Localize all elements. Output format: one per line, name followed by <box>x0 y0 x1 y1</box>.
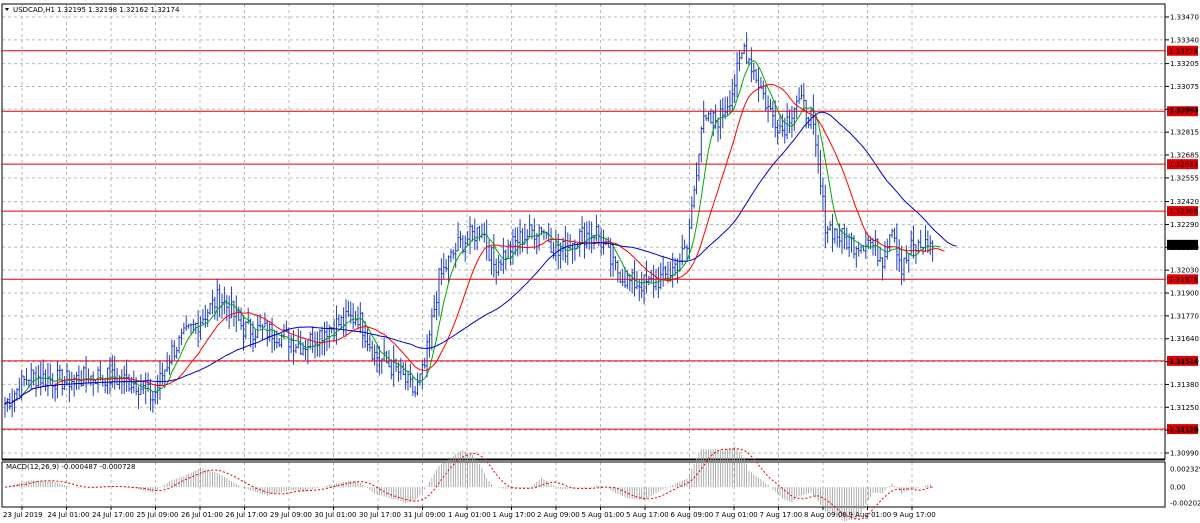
x-tick-label: 26 Jul 17:00 <box>226 511 268 519</box>
y-tick-label: 1.32685 <box>1170 152 1199 160</box>
current-price-label: 1.32174 <box>1169 241 1198 249</box>
x-tick-label: 9 Aug 01:00 <box>849 511 892 519</box>
x-tick-label: 31 Jul 09:00 <box>404 511 446 519</box>
y-tick-label: 1.31510 <box>1170 358 1199 366</box>
y-tick-label: 1.32945 <box>1170 106 1199 114</box>
chart-window[interactable]: 1.33278 1.32934 1.32633 1.32366 1.31978 1.315… <box>0 0 1200 523</box>
x-tick-label: 5 Aug 17:00 <box>626 511 669 519</box>
y-tick-label: 1.31120 <box>1170 427 1199 435</box>
x-tick-label: 30 Jul 17:00 <box>359 511 401 519</box>
y-tick-label: 1.32815 <box>1170 129 1199 137</box>
macd-tick-label: 0.00 <box>1170 484 1186 492</box>
x-tick-label: 24 Jul 01:00 <box>48 511 90 519</box>
macd-label: MACD(12,26,9) -0.000487 -0.000728 <box>6 463 135 471</box>
macd-tick-label: -0.002027 <box>1170 500 1200 508</box>
macd-histogram-group <box>6 446 934 522</box>
x-tick-label: 9 Aug 17:00 <box>893 511 936 519</box>
y-tick-label: 1.31250 <box>1170 404 1199 412</box>
ohlc-label: 1.32195 1.32198 1.32162 1.32174 <box>57 6 180 14</box>
x-tick-label: 29 Jul 09:00 <box>270 511 312 519</box>
x-tick-label: 1 Aug 17:00 <box>493 511 536 519</box>
x-tick-label: 24 Jul 17:00 <box>92 511 134 519</box>
y-tick-label: 1.31640 <box>1170 335 1199 343</box>
level-label: 1.33278 <box>1169 47 1198 55</box>
x-tick-label: 2 Aug 09:00 <box>537 511 580 519</box>
y-tick-label: 1.32290 <box>1170 221 1199 229</box>
y-tick-label: 1.31380 <box>1170 381 1199 389</box>
x-tick-label: 5 Aug 01:00 <box>582 511 625 519</box>
y-tick-label: 1.32555 <box>1170 174 1199 182</box>
y-tick-label: 1.31770 <box>1170 312 1199 320</box>
price-pane-frame <box>1 3 1166 460</box>
x-tick-label: 1 Aug 01:00 <box>448 511 491 519</box>
y-tick-label: 1.33205 <box>1170 60 1199 68</box>
x-tick-label: 7 Aug 01:00 <box>715 511 758 519</box>
x-tick-label: 23 Jul 2019 <box>3 511 43 519</box>
level-label: 1.32633 <box>1169 161 1198 169</box>
symbol-label: USDCAD,H1 <box>13 6 55 14</box>
level-label: 1.32366 <box>1169 208 1198 216</box>
x-tick-label: 7 Aug 17:00 <box>760 511 803 519</box>
x-tick-label: 8 Aug 09:00 <box>804 511 847 519</box>
y-tick-label: 1.31900 <box>1170 290 1199 298</box>
y-tick-label: 1.32420 <box>1170 198 1199 206</box>
y-tick-label: 1.33470 <box>1170 14 1199 22</box>
macd-tick-label: 0.002329 <box>1170 466 1200 474</box>
y-tick-label: 1.30990 <box>1170 450 1199 458</box>
y-tick-label: 1.33075 <box>1170 83 1199 91</box>
level-label: 1.31978 <box>1169 276 1198 284</box>
dropdown-arrow-icon <box>5 8 9 11</box>
price-chart[interactable]: 1.332781.329341.326331.323661.319781.315… <box>0 0 1200 523</box>
x-tick-label: 6 Aug 09:00 <box>671 511 714 519</box>
x-tick-label: 25 Jul 09:00 <box>137 511 179 519</box>
x-tick-label: 26 Jul 01:00 <box>181 511 223 519</box>
y-tick-label: 1.33340 <box>1170 36 1199 44</box>
y-tick-label: 1.32030 <box>1170 267 1199 275</box>
x-tick-label: 30 Jul 01:00 <box>315 511 357 519</box>
moving-average-line <box>4 111 957 405</box>
